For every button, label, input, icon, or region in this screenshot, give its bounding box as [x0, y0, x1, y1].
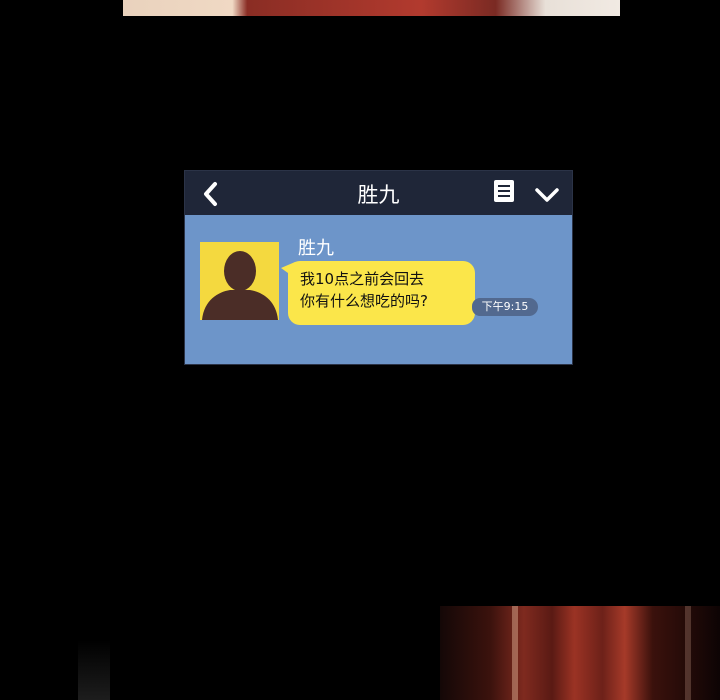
comic-panel-top: [123, 0, 620, 16]
chevron-down-icon: [535, 188, 559, 202]
document-list-icon: [494, 180, 514, 202]
message-line-2: 你有什么想吃的吗?: [300, 292, 428, 310]
chat-window: 胜九 胜九 我10点之前会回去 你有什么想吃的吗? 下午9:15: [184, 170, 573, 365]
person-silhouette-icon: [202, 251, 278, 320]
collapse-button[interactable]: [533, 181, 561, 207]
menu-button[interactable]: [493, 179, 515, 203]
message-line-1: 我10点之前会回去: [300, 270, 425, 288]
avatar[interactable]: [200, 242, 279, 320]
comic-panel-bottom-right: [440, 606, 720, 700]
light-streak: [685, 606, 691, 700]
message-bubble[interactable]: 我10点之前会回去 你有什么想吃的吗?: [288, 261, 475, 325]
light-streak: [512, 606, 518, 700]
sender-name: 胜九: [298, 238, 334, 259]
chat-header: 胜九: [185, 171, 572, 215]
comic-panel-bottom-left: [78, 640, 110, 700]
message-timestamp: 下午9:15: [472, 298, 538, 316]
